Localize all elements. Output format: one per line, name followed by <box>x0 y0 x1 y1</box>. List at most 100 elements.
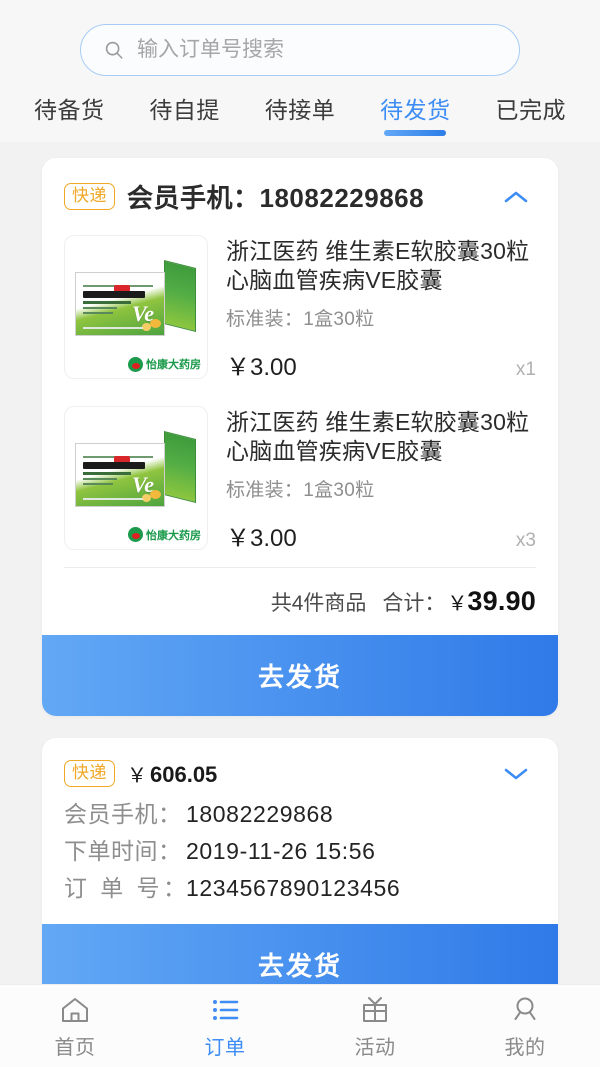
order-card-header[interactable]: 快递 会员手机：18082229868 <box>42 158 558 229</box>
order-total-price: ￥ 606.05 <box>127 759 496 788</box>
tab-label: 待接单 <box>264 97 336 123</box>
nav-item-orders[interactable]: 订单 <box>150 993 300 1060</box>
product-title: 浙江医药 维生素E软胶囊30粒 心脑血管疾病VE胶囊 <box>226 408 530 465</box>
product-spec: 标准装：1盒30粒 <box>226 308 375 330</box>
tab-pending-ship[interactable]: 待发货 <box>380 97 451 137</box>
order-info-row: 下单时间： 2019-11-26 15:56 <box>64 833 536 870</box>
search-header <box>0 0 600 76</box>
package-line-1 <box>83 307 117 309</box>
order-summary: 共4件商品 合计： ￥ 39.90 <box>42 568 558 635</box>
home-icon <box>62 997 88 1022</box>
product-info: 浙江医药 维生素E软胶囊30粒 心脑血管疾病VE胶囊 标准装：1盒30粒 ￥3.… <box>226 406 536 553</box>
package-title-text <box>83 461 145 469</box>
tab-label: 待备货 <box>34 97 105 123</box>
tab-pending-pickup[interactable]: 待自提 <box>149 97 220 136</box>
chevron-down-icon <box>504 768 528 780</box>
order-status-tabs: 待备货 待自提 待接单 待发货 已完成 <box>0 76 600 142</box>
order-item-row[interactable]: Ve 怡康大药房 浙江医药 维生素E软胶囊30粒 心脑血管疾病VE胶囊 标准装：… <box>42 229 558 392</box>
member-phone-label: 会员手机： <box>127 183 260 213</box>
nav-label: 订单 <box>204 1036 246 1059</box>
tab-underline <box>384 130 447 137</box>
bottom-navigation: 首页 订单 活动 我的 <box>0 984 600 1067</box>
product-price-line: ￥3.00 x1 <box>226 347 536 382</box>
pharmacy-watermark: 怡康大药房 <box>128 527 201 543</box>
order-list: 快递 会员手机：18082229868 Ve 怡康大药房 浙江医药 维生素E软胶… <box>0 142 600 984</box>
order-item-row[interactable]: Ve 怡康大药房 浙江医药 维生素E软胶囊30粒 心脑血管疾病VE胶囊 标准装：… <box>42 392 558 563</box>
order-info-row: 会员手机： 18082229868 <box>64 796 536 833</box>
package-subtitle-text <box>83 471 131 475</box>
order-number-label: 订 单 号： <box>64 875 186 902</box>
nav-item-activity[interactable]: 活动 <box>300 993 450 1060</box>
package-front: Ve <box>75 272 165 336</box>
package-side <box>164 430 196 503</box>
order-info-list: 会员手机： 18082229868 下单时间： 2019-11-26 15:56… <box>42 796 558 924</box>
total-label: 合计： <box>382 591 446 615</box>
package-line-1 <box>83 477 117 480</box>
search-bar-wrap <box>0 24 600 76</box>
package-subtitle-text <box>83 301 131 304</box>
product-price: ￥3.00 <box>226 524 297 552</box>
product-spec: 标准装：1盒30粒 <box>226 479 375 501</box>
total-amount: 39.90 <box>467 585 536 616</box>
chevron-up-icon <box>504 191 528 202</box>
pharmacy-name: 怡康大药房 <box>146 529 201 542</box>
gift-icon <box>363 996 387 1022</box>
expand-order-button[interactable] <box>496 758 536 790</box>
go-ship-button[interactable]: 去发货 <box>42 923 558 984</box>
item-count: 共4件商品 <box>270 591 367 615</box>
order-time-label: 下单时间： <box>64 838 182 864</box>
tab-label: 已完成 <box>495 97 566 123</box>
tab-completed[interactable]: 已完成 <box>495 97 567 136</box>
delivery-badge: 快递 <box>64 760 115 788</box>
tab-pending-stock[interactable]: 待备货 <box>34 97 105 136</box>
product-thumbnail: Ve 怡康大药房 <box>64 405 208 550</box>
package-line-2 <box>83 482 113 485</box>
product-price: ￥3.00 <box>226 353 297 381</box>
order-card: 快递 会员手机：18082229868 Ve 怡康大药房 浙江医药 维生素E软胶… <box>42 158 558 716</box>
package-side <box>164 260 196 332</box>
package-title-text <box>83 291 145 298</box>
order-number-value: 1234567890123456 <box>186 875 401 902</box>
capsule-graphic-1 <box>150 489 161 499</box>
pharmacy-watermark: 怡康大药房 <box>128 356 201 372</box>
search-bar[interactable] <box>80 24 520 76</box>
pharmacy-logo-icon <box>128 527 143 543</box>
member-phone-value: 18082229868 <box>259 183 425 213</box>
nav-item-profile[interactable]: 我的 <box>450 993 600 1060</box>
package-bottom-text <box>83 327 143 329</box>
nav-label: 我的 <box>504 1036 546 1059</box>
tab-label: 待发货 <box>380 97 451 123</box>
person-icon <box>514 997 536 1020</box>
product-package-illustration: Ve <box>75 430 197 509</box>
product-quantity: x1 <box>515 358 536 380</box>
go-ship-button[interactable]: 去发货 <box>42 634 558 716</box>
nav-item-home[interactable]: 首页 <box>0 993 150 1060</box>
pharmacy-logo-icon <box>128 356 143 372</box>
nav-label: 首页 <box>54 1036 96 1059</box>
order-list-screen: 待备货 待自提 待接单 待发货 已完成 快递 会员手机：18082229868 <box>0 0 600 1067</box>
order-time-value: 2019-11-26 15:56 <box>186 838 376 864</box>
collapse-order-button[interactable] <box>496 181 536 213</box>
package-line-2 <box>83 312 113 314</box>
product-title: 浙江医药 维生素E软胶囊30粒 心脑血管疾病VE胶囊 <box>226 238 530 294</box>
tab-pending-accept[interactable]: 待接单 <box>264 97 336 136</box>
order-card-header[interactable]: 快递 ￥ 606.05 <box>42 738 558 796</box>
product-price-line: ￥3.00 x3 <box>226 518 536 553</box>
package-bottom-text <box>83 497 143 500</box>
pharmacy-name: 怡康大药房 <box>146 359 201 371</box>
product-quantity: x3 <box>515 529 536 551</box>
member-phone-value: 18082229868 <box>186 800 334 827</box>
order-card: 快递 ￥ 606.05 会员手机： 18082229868 下单时间： 2019… <box>42 737 558 984</box>
package-front: Ve <box>75 442 165 507</box>
tab-label: 待自提 <box>149 97 220 123</box>
search-input[interactable] <box>137 38 497 62</box>
nav-label: 活动 <box>354 1036 396 1059</box>
product-info: 浙江医药 维生素E软胶囊30粒 心脑血管疾病VE胶囊 标准装：1盒30粒 ￥3.… <box>226 235 536 382</box>
product-package-illustration: Ve <box>75 260 197 338</box>
order-list-icon <box>213 999 239 1020</box>
capsule-graphic-1 <box>150 319 161 328</box>
currency-symbol: ￥ <box>447 592 468 615</box>
product-thumbnail: Ve 怡康大药房 <box>64 235 208 379</box>
currency-symbol: ￥ <box>127 765 147 788</box>
member-phone-label: 会员手机： <box>64 800 182 827</box>
